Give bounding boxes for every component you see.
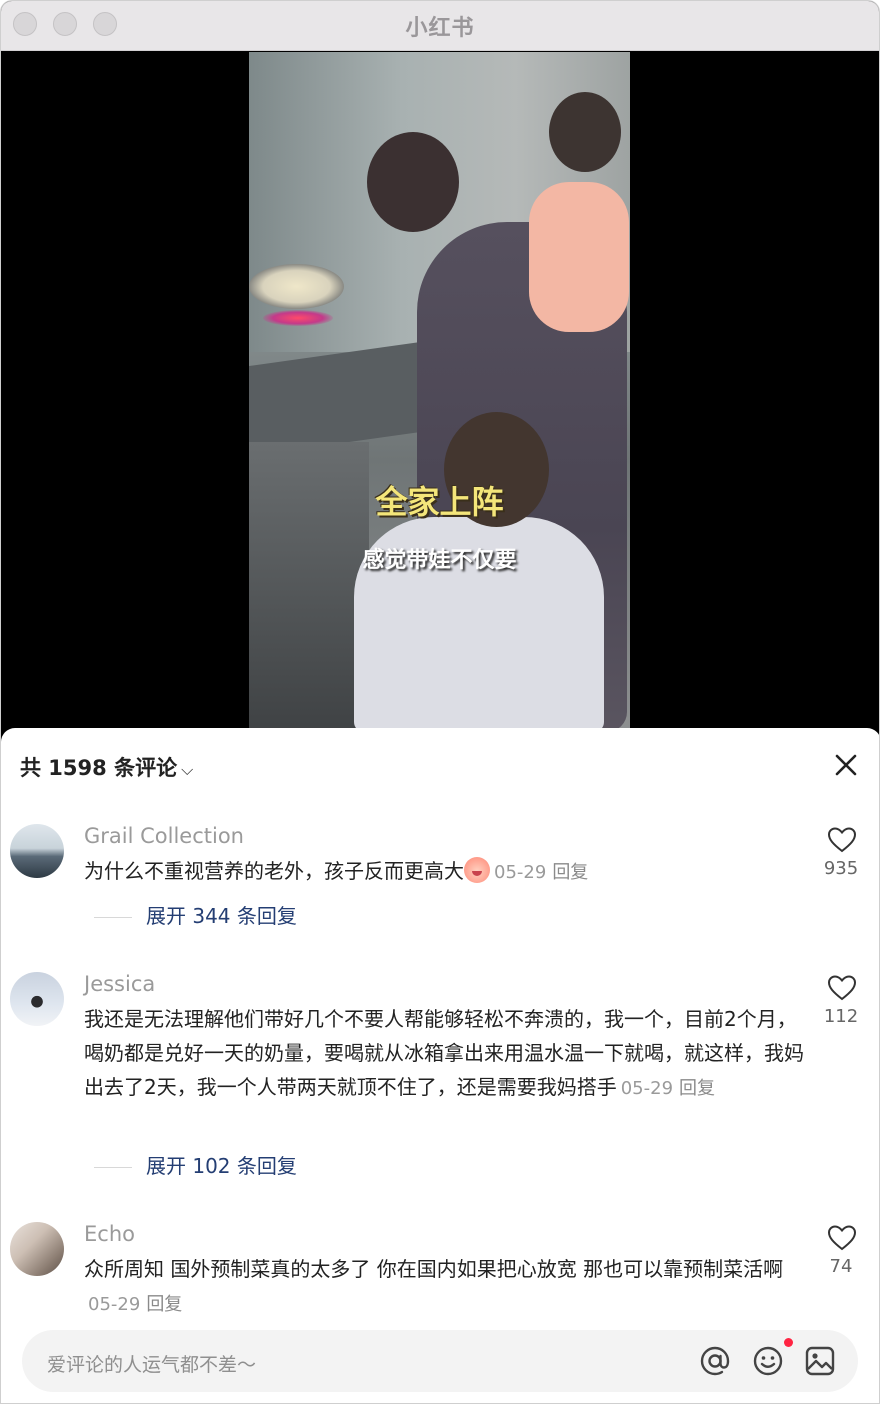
window-title: 小红书 (405, 16, 475, 41)
like-count: 935 (823, 858, 859, 879)
video-scene-baby-head (549, 92, 621, 172)
video-scene-pan (249, 264, 344, 309)
video-scene-baby (529, 182, 629, 332)
baby-face-emoji-icon (464, 857, 490, 883)
at-icon[interactable] (698, 1344, 732, 1378)
comment-body: 众所周知 国外预制菜真的太多了 你在国内如果把心放宽 那也可以靠预制菜活啊 (84, 1257, 784, 1281)
reply-button[interactable]: 回复 (552, 862, 588, 883)
avatar[interactable] (10, 824, 64, 878)
title-bar: 小红书 (1, 1, 879, 51)
comment-input-placeholder: 爱评论的人运气都不差～ (47, 1354, 257, 1376)
comment-username[interactable]: Grail Collection (84, 824, 244, 848)
comments-count-dropdown[interactable]: 共 1598 条评论 ⌵ (20, 752, 193, 782)
expand-replies-button[interactable]: 展开 344 条回复 (94, 900, 297, 929)
avatar[interactable] (10, 972, 64, 1026)
chevron-down-icon: ⌵ (181, 760, 194, 779)
close-icon[interactable] (831, 750, 861, 780)
comment-text: 为什么不重视营养的老外，孩子反而更高大 05-29 回复 (84, 854, 804, 890)
video-caption-top: 全家上阵 (375, 483, 504, 521)
reply-button[interactable]: 回复 (146, 1294, 182, 1315)
comment-text: 我还是无法理解他们带好几个不要人帮能够轻松不奔溃的，我一个，目前2个月，喝奶都是… (84, 1002, 804, 1106)
video-scene-mother-head (367, 132, 459, 232)
heart-icon[interactable] (827, 826, 857, 854)
comment-date: 05-29 (88, 1294, 141, 1315)
like-count: 112 (823, 1006, 859, 1027)
divider (94, 1167, 132, 1168)
emoji-icon[interactable] (751, 1344, 785, 1378)
comments-panel: 共 1598 条评论 ⌵ Grail Collection 为什么不重视营养的老外… (1, 728, 879, 1403)
reply-button[interactable]: 回复 (679, 1078, 715, 1099)
expand-replies-button[interactable]: 展开 102 条回复 (94, 1150, 297, 1179)
comment-username[interactable]: Jessica (84, 972, 155, 996)
notification-dot (784, 1338, 793, 1347)
comment-username[interactable]: Echo (84, 1222, 135, 1246)
comment-date: 05-29 (620, 1078, 674, 1099)
app-window: 小红书 全家上阵 感觉带娃不仅要 共 1598 条评论 ⌵ Grail Colle… (0, 0, 880, 1404)
expand-replies-label: 展开 344 条回复 (146, 904, 297, 928)
image-icon[interactable] (803, 1344, 837, 1378)
heart-icon[interactable] (827, 1224, 857, 1252)
video-caption-bottom: 感觉带娃不仅要 (362, 547, 517, 573)
comment-input[interactable]: 爱评论的人运气都不差～ (22, 1330, 858, 1392)
like-count: 74 (829, 1256, 853, 1277)
heart-icon[interactable] (827, 974, 857, 1002)
comment-date: 05-29 (494, 862, 547, 883)
expand-replies-label: 展开 102 条回复 (146, 1154, 297, 1178)
comment-body: 为什么不重视营养的老外，孩子反而更高大 (84, 859, 464, 883)
divider (94, 917, 132, 918)
comment-text: 众所周知 国外预制菜真的太多了 你在国内如果把心放宽 那也可以靠预制菜活啊 05-… (84, 1252, 804, 1322)
video-scene-flame (263, 310, 333, 326)
video-player[interactable]: 全家上阵 感觉带娃不仅要 (249, 52, 630, 732)
avatar[interactable] (10, 1222, 64, 1276)
comments-count-label: 共 1598 条评论 (20, 756, 178, 780)
